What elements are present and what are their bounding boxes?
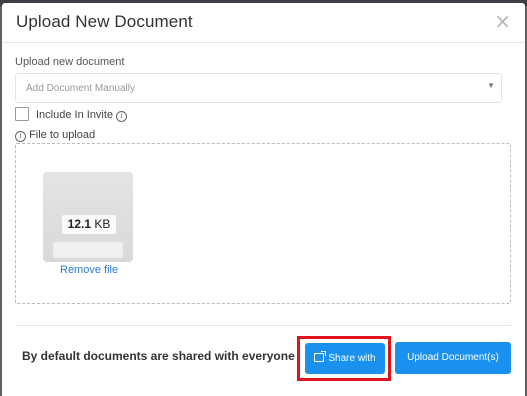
file-preview-card: 12.1 KB Document 1... bbox=[43, 172, 133, 262]
sharing-notice: By default documents are shared with eve… bbox=[22, 349, 295, 363]
modal-title: Upload New Document bbox=[16, 12, 193, 31]
upload-documents-button[interactable]: Upload Document(s) bbox=[395, 342, 511, 374]
remove-file-link[interactable]: Remove file bbox=[60, 264, 118, 276]
file-size: 12.1 KB bbox=[62, 215, 116, 234]
include-in-invite-text: Include In Invite bbox=[36, 109, 114, 121]
modal-header: Upload New Document × bbox=[2, 3, 525, 43]
file-size-unit: KB bbox=[94, 217, 111, 231]
file-name: Document 1... bbox=[53, 242, 123, 258]
include-in-invite-label: Include In Invite i bbox=[36, 109, 128, 122]
caret-down-icon: ▼ bbox=[487, 81, 495, 90]
file-size-value: 12.1 bbox=[67, 217, 91, 231]
file-to-upload-text: File to upload bbox=[29, 129, 96, 141]
file-dropzone[interactable]: 12.1 KB Document 1... Remove file bbox=[15, 143, 511, 304]
file-to-upload-label: i File to upload bbox=[15, 129, 95, 142]
select-placeholder: Add Document Manually bbox=[26, 83, 135, 94]
close-icon[interactable]: × bbox=[494, 9, 511, 33]
document-type-select[interactable]: Add Document Manually ▼ bbox=[15, 73, 502, 103]
include-in-invite-checkbox[interactable] bbox=[15, 107, 29, 121]
upload-new-document-label: Upload new document bbox=[15, 56, 125, 68]
info-icon[interactable]: i bbox=[116, 111, 128, 122]
share-with-label: Share with bbox=[328, 353, 376, 364]
share-icon bbox=[314, 351, 327, 362]
share-with-button[interactable]: Share with bbox=[305, 343, 385, 374]
footer-divider bbox=[15, 325, 511, 326]
info-icon[interactable]: i bbox=[15, 131, 26, 142]
